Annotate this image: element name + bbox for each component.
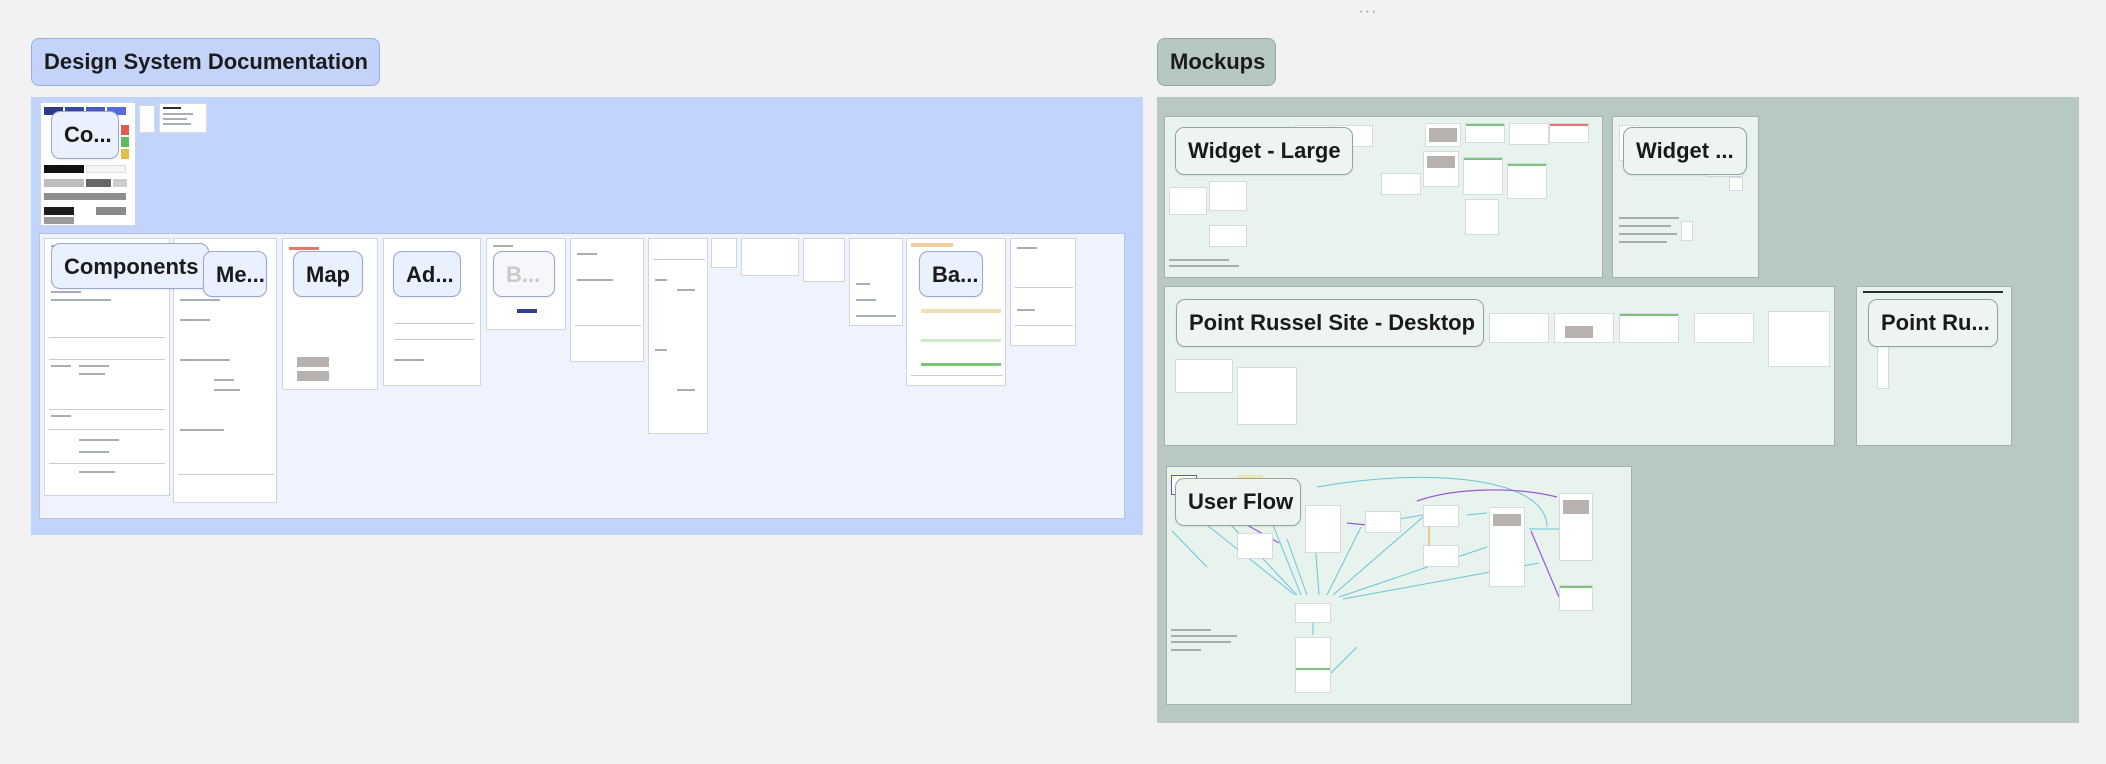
- more-horizontal-icon[interactable]: ···: [1356, 2, 1380, 22]
- frame-card-2[interactable]: [741, 238, 799, 276]
- frame-inputs[interactable]: [570, 238, 644, 362]
- section-area-design-system[interactable]: Co... Components Me... Map Ad... B... Ba…: [31, 97, 1143, 535]
- frame-label-user-flow[interactable]: User Flow: [1175, 478, 1301, 526]
- section-area-mockups[interactable]: Widget - Large Widget ... Point Russel S…: [1157, 97, 2079, 723]
- frame-label-colors[interactable]: Co...: [51, 111, 119, 159]
- frame-label-widget-large[interactable]: Widget - Large: [1175, 127, 1353, 175]
- frame-card-3[interactable]: [803, 238, 845, 282]
- frame-card-1[interactable]: [711, 238, 737, 268]
- frame-label-point-russel-mobile[interactable]: Point Ru...: [1868, 299, 1998, 347]
- frame-card-4[interactable]: [849, 238, 903, 326]
- frame-label-map[interactable]: Map: [293, 251, 363, 297]
- frame-label-point-russel-desktop[interactable]: Point Russel Site - Desktop: [1176, 299, 1484, 347]
- frame-forms[interactable]: [648, 238, 708, 434]
- frame-label-b[interactable]: B...: [493, 251, 555, 297]
- frame-badges[interactable]: [1010, 238, 1076, 346]
- frame-label-menus[interactable]: Me...: [203, 251, 267, 297]
- frame-label-address[interactable]: Ad...: [393, 251, 461, 297]
- section-title-design-system[interactable]: Design System Documentation: [31, 38, 380, 86]
- frame-label-components[interactable]: Components: [51, 243, 209, 289]
- frame-thumb-small[interactable]: [139, 105, 155, 133]
- frame-label-banners[interactable]: Ba...: [919, 251, 983, 297]
- section-title-mockups[interactable]: Mockups: [1157, 38, 1276, 86]
- frame-label-widget-small[interactable]: Widget ...: [1623, 127, 1747, 175]
- frame-typography[interactable]: [159, 103, 207, 133]
